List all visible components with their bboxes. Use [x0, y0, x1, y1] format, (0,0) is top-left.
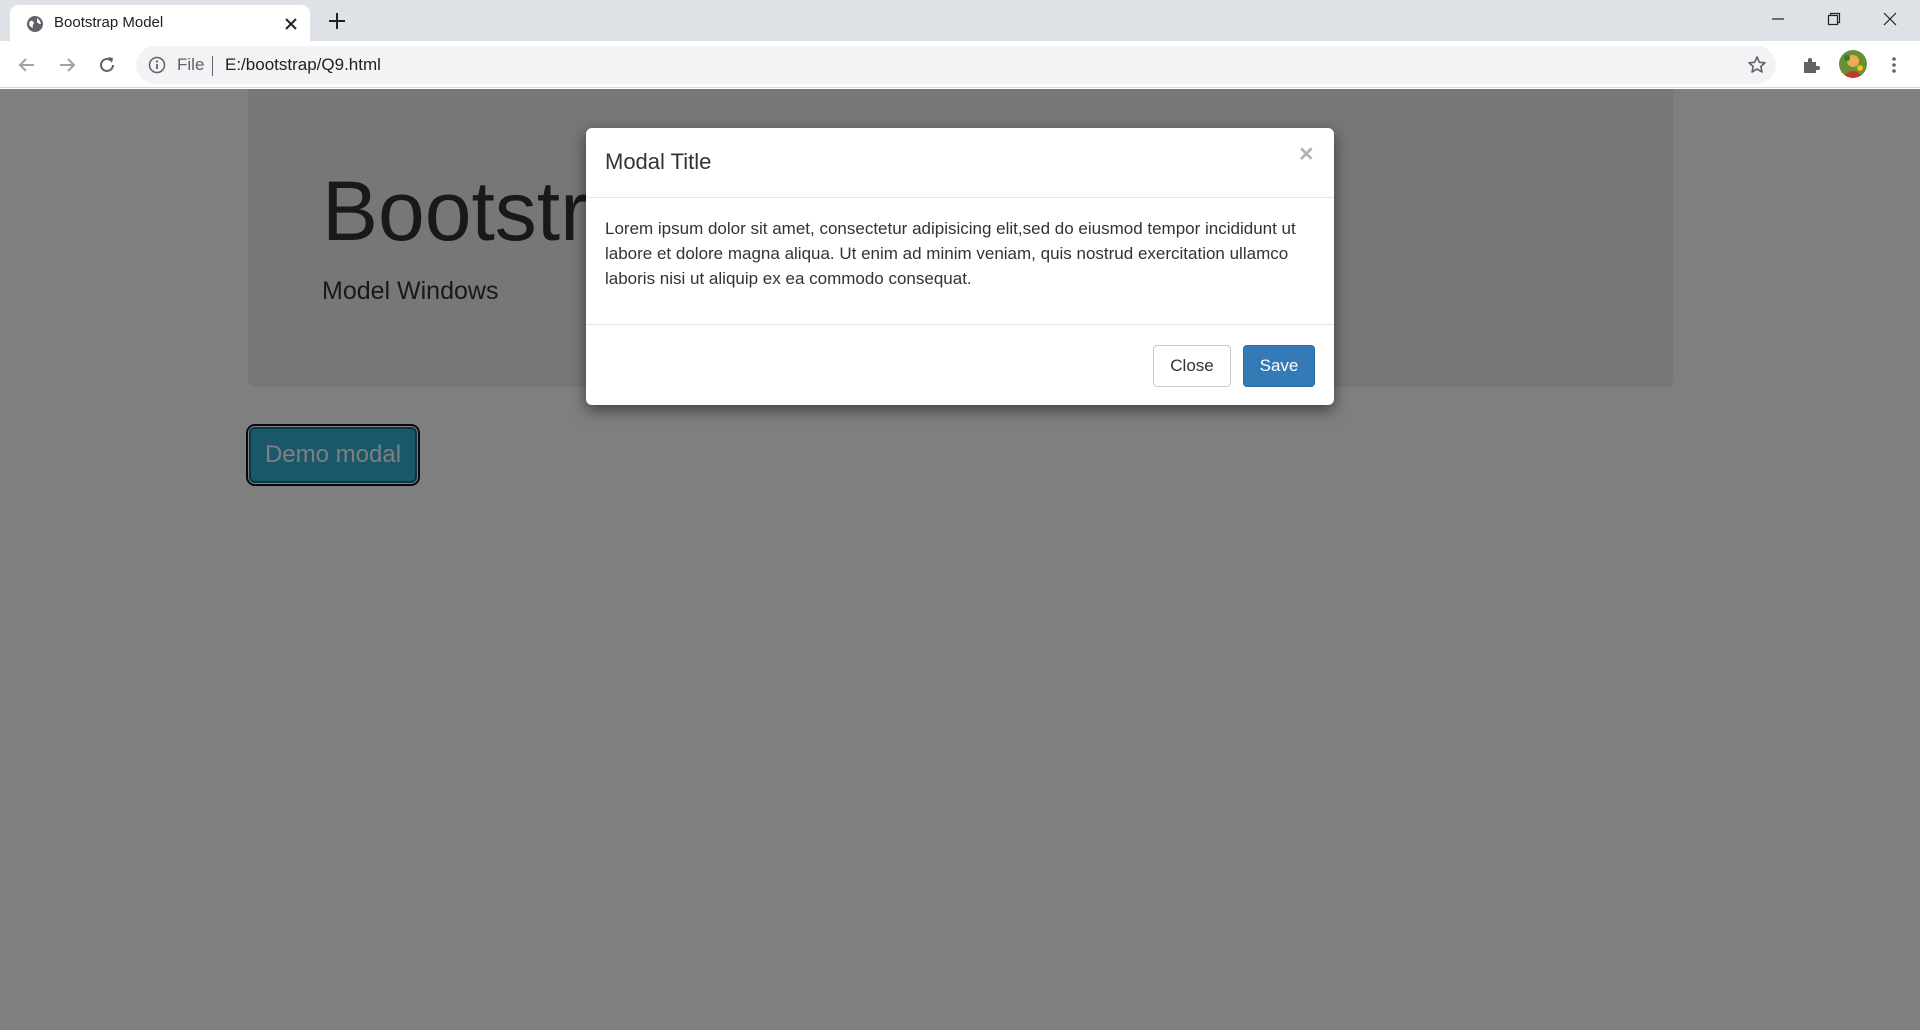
tab-title: Bootstrap Model [54, 14, 164, 31]
info-icon[interactable] [148, 56, 166, 74]
modal-header: Modal Title × [586, 128, 1334, 198]
page-viewport: Bootstrap Model Model Windows Demo modal… [0, 89, 1920, 1030]
avatar[interactable] [1839, 50, 1867, 78]
back-button[interactable] [13, 51, 41, 79]
close-icon [1883, 12, 1897, 26]
close-button[interactable]: Close [1153, 345, 1231, 387]
extensions-button[interactable] [1797, 51, 1825, 79]
browser-menu-button[interactable] [1880, 51, 1908, 79]
puzzle-icon [1804, 58, 1820, 73]
minimize-icon [1772, 18, 1784, 20]
modal-close-icon[interactable]: × [1299, 142, 1314, 167]
window-close-button[interactable] [1862, 0, 1918, 38]
scheme-label: File [177, 55, 205, 74]
browser-toolbar: File E:/bootstrap/Q9.html [0, 41, 1920, 88]
modal-footer: Close Save [586, 324, 1334, 405]
url-text[interactable]: E:/bootstrap/Q9.html [225, 55, 381, 75]
restore-icon [1827, 12, 1841, 26]
address-bar[interactable]: File E:/bootstrap/Q9.html [136, 46, 1776, 84]
save-button[interactable]: Save [1243, 345, 1315, 387]
kebab-menu-icon [1892, 57, 1896, 73]
restore-button[interactable] [1806, 0, 1862, 38]
forward-arrow-icon [60, 58, 76, 72]
modal-title: Modal Title [605, 149, 712, 174]
globe-icon [27, 16, 43, 32]
forward-button[interactable] [53, 51, 81, 79]
plus-icon[interactable] [326, 10, 348, 32]
back-arrow-icon [18, 58, 34, 72]
profile-avatar-icon [1839, 50, 1867, 78]
browser-tab-strip: Bootstrap Model [0, 0, 1920, 41]
separator [212, 56, 213, 76]
minimize-button[interactable] [1750, 0, 1806, 38]
modal-body-text: Lorem ipsum dolor sit amet, consectetur … [605, 219, 1296, 288]
browser-tab[interactable]: Bootstrap Model [10, 5, 310, 41]
reload-icon [100, 57, 114, 72]
close-icon[interactable] [282, 15, 300, 33]
star-icon[interactable] [1747, 55, 1767, 75]
reload-button[interactable] [93, 51, 121, 79]
modal-dialog: Modal Title × Lorem ipsum dolor sit amet… [586, 128, 1334, 405]
